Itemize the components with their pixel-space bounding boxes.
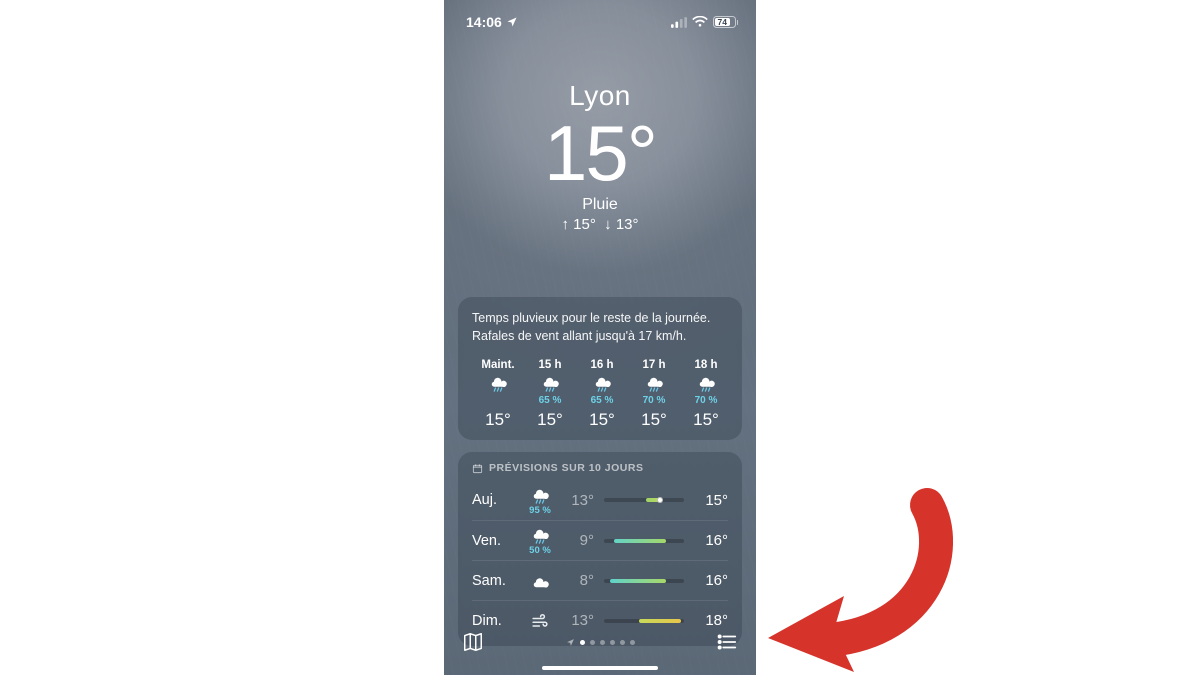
calendar-icon (472, 463, 483, 474)
battery-indicator: 74 (713, 16, 739, 28)
hour-label: 16 h (590, 359, 613, 371)
page-dots[interactable] (566, 638, 635, 647)
hour-label: 15 h (538, 359, 561, 371)
hourly-item: Maint.015° (472, 359, 524, 430)
hourly-item: 16 h 65 % 15° (576, 359, 628, 430)
day-name: Auj. (472, 492, 520, 508)
map-button[interactable] (462, 631, 484, 653)
city-name: Lyon (444, 80, 756, 112)
hour-weather-icon (540, 373, 560, 393)
high-low-temps: ↑ 15° ↓ 13° (444, 216, 756, 233)
status-time: 14:06 (466, 14, 502, 30)
tenday-forecast-card[interactable]: PRÉVISIONS SUR 10 JOURS Auj. 95 % 13° 15° Ve… (458, 452, 742, 646)
hour-weather-icon (696, 373, 716, 393)
tenday-row[interactable]: Ven. 50 % 9° 16° (472, 520, 728, 560)
temp-range-bar (594, 539, 694, 543)
day-name: Ven. (472, 533, 520, 549)
hour-temp: 15° (485, 410, 511, 430)
hour-label: 18 h (694, 359, 717, 371)
current-conditions-header: Lyon 15° Pluie ↑ 15° ↓ 13° (444, 80, 756, 233)
hour-weather-icon (488, 373, 508, 393)
hourly-forecast-card[interactable]: Temps pluvieux pour le reste de la journ… (458, 297, 742, 440)
day-high-temp: 15° (694, 492, 728, 509)
hour-weather-icon (592, 373, 612, 393)
page-dot (630, 640, 635, 645)
day-low-temp: 9° (560, 532, 594, 549)
current-temperature: 15° (444, 114, 756, 192)
day-high-temp: 16° (694, 572, 728, 589)
battery-percent: 74 (718, 17, 727, 27)
tenday-row[interactable]: Auj. 95 % 13° 15° (472, 480, 728, 520)
cellular-signal-icon (671, 17, 687, 28)
location-arrow-icon (566, 638, 575, 647)
location-services-icon (506, 16, 518, 28)
status-bar: 14:06 74 (444, 0, 756, 34)
current-condition: Pluie (444, 196, 756, 214)
page-dot (580, 640, 585, 645)
hour-temp: 15° (641, 410, 667, 430)
hour-temp: 15° (537, 410, 563, 430)
hour-temp: 15° (693, 410, 719, 430)
tenday-title: PRÉVISIONS SUR 10 JOURS (472, 462, 728, 474)
temp-range-bar (594, 498, 694, 502)
hour-precip-pct: 70 % (695, 395, 718, 406)
hour-label: 17 h (642, 359, 665, 371)
tenday-row[interactable]: Sam. 8° 16° (472, 560, 728, 600)
day-high-temp: 16° (694, 532, 728, 549)
day-low-temp: 8° (560, 572, 594, 589)
hourly-item: 15 h 65 % 15° (524, 359, 576, 430)
annotation-arrow (752, 480, 972, 675)
forecast-summary: Temps pluvieux pour le reste de la journ… (472, 309, 728, 345)
weather-app-screen: 14:06 74 Lyon 15° Pluie ↑ 15° ↓ 13° (444, 0, 756, 675)
page-dot (590, 640, 595, 645)
hourly-forecast-strip[interactable]: Maint.015° 15 h 65 % 15° 16 h 65 % 15° 17 h 70 %… (472, 359, 728, 430)
temp-range-bar (594, 579, 694, 583)
page-dot (610, 640, 615, 645)
day-weather-icon: 95 % (520, 485, 560, 516)
hourly-item: 17 h 70 % 15° (628, 359, 680, 430)
home-indicator[interactable] (542, 666, 658, 670)
hour-temp: 15° (589, 410, 615, 430)
day-precip-pct: 95 % (529, 505, 551, 516)
hour-precip-pct: 65 % (539, 395, 562, 406)
hour-precip-pct: 65 % (591, 395, 614, 406)
day-low-temp: 13° (560, 492, 594, 509)
page-dot (600, 640, 605, 645)
hour-precip-pct: 70 % (643, 395, 666, 406)
day-weather-icon (520, 571, 560, 591)
locations-list-button[interactable] (716, 631, 738, 653)
hourly-item: 18 h 70 % 15° (680, 359, 728, 430)
day-name: Sam. (472, 573, 520, 589)
hour-label: Maint. (481, 359, 514, 371)
page-dot (620, 640, 625, 645)
hour-weather-icon (644, 373, 664, 393)
day-precip-pct: 50 % (529, 545, 551, 556)
wifi-icon (692, 16, 708, 28)
day-weather-icon: 50 % (520, 525, 560, 556)
